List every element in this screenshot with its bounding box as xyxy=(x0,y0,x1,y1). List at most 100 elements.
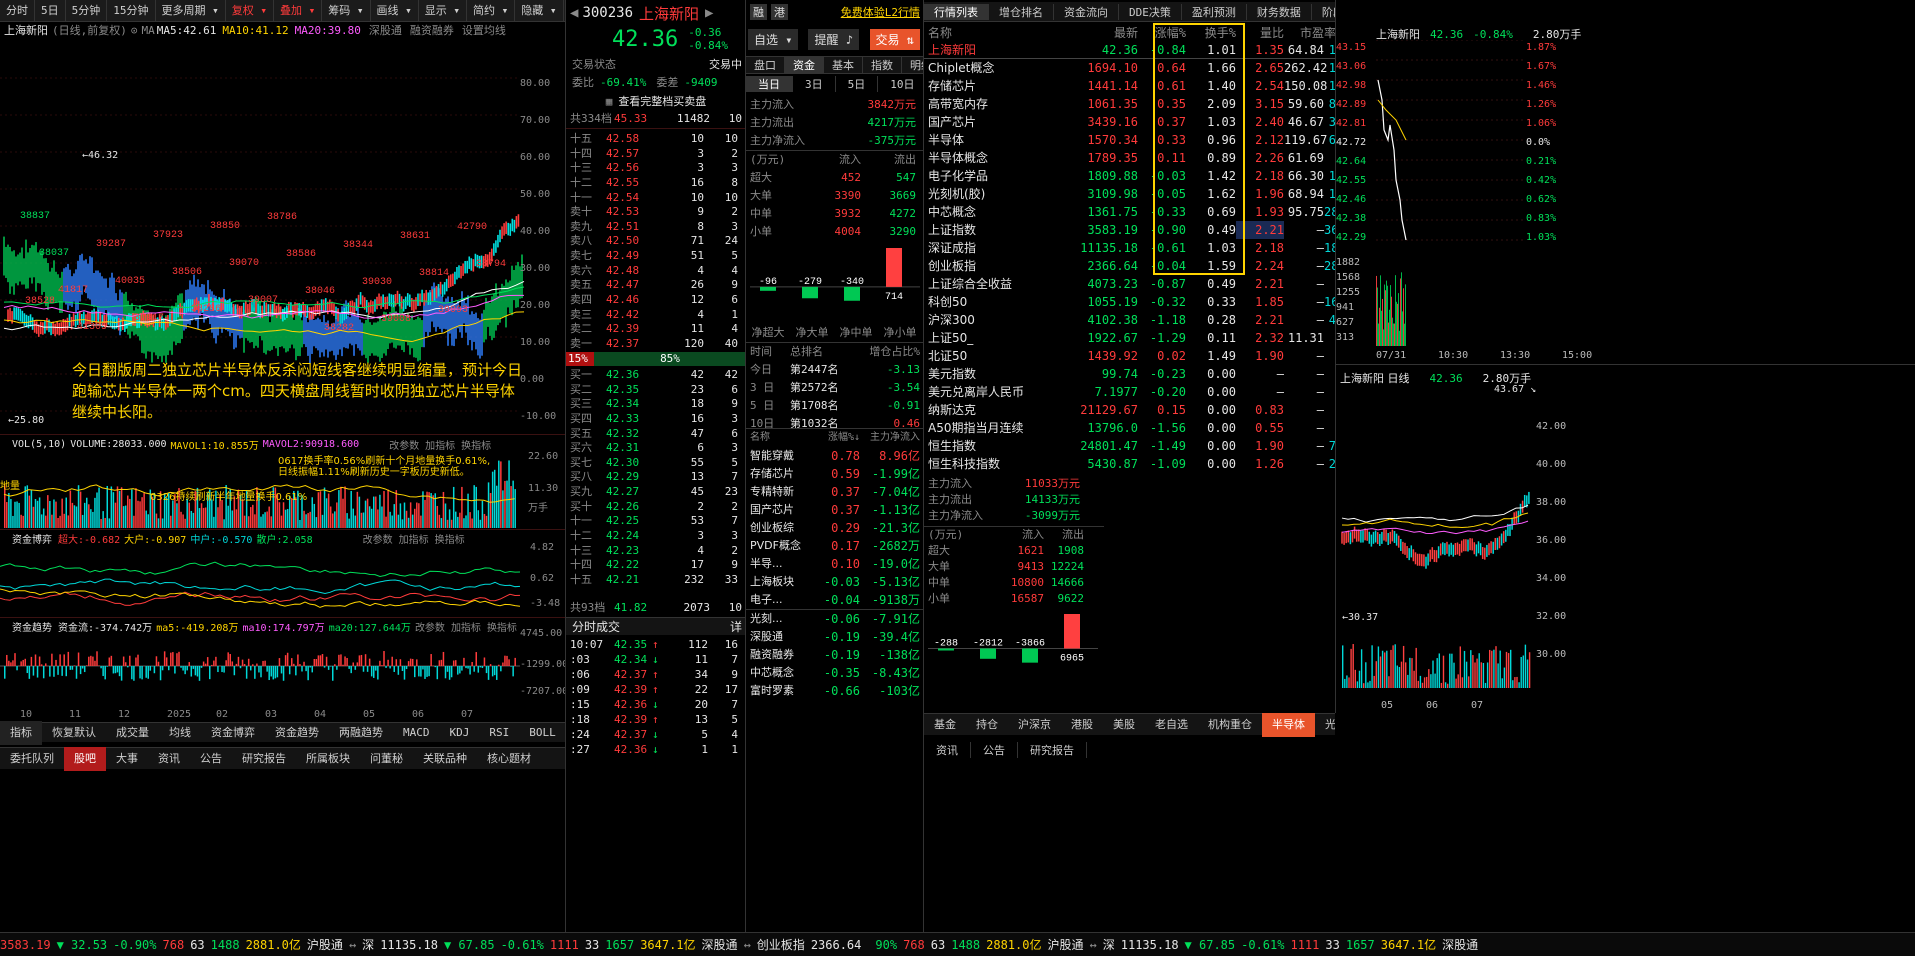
sector-row[interactable]: 富时罗素 -0.66 -103亿 xyxy=(746,682,923,700)
market-bottom-tab[interactable]: 持仓 xyxy=(966,713,1008,737)
sz-index[interactable]: 11135.18 xyxy=(380,938,438,952)
fundflow-period[interactable]: 3日 xyxy=(793,76,836,92)
market-row[interactable]: 电子化学品1809.88-0.031.422.1866.301 xyxy=(924,167,1335,185)
buy-level-row[interactable]: 买七 42.30 55 5 xyxy=(566,456,745,471)
sector-row[interactable]: 上海板块 -0.03 -5.13亿 xyxy=(746,573,923,591)
market-col-head[interactable]: 最新 xyxy=(1074,24,1138,41)
market-bottom-tab[interactable]: 机构重仓 xyxy=(1198,713,1262,737)
sell-level-row[interactable]: 卖二 42.39 11 4 xyxy=(566,322,745,337)
free-l2-link[interactable]: 免费体验L2行情 xyxy=(841,4,920,20)
market-sub-tab[interactable]: 研究报告 xyxy=(1018,742,1087,758)
r-hgt[interactable]: 沪股通 xyxy=(1047,936,1083,953)
buy-level-row[interactable]: 十四 42.22 17 9 xyxy=(566,558,745,573)
fundflow-tab[interactable]: 基本 xyxy=(824,57,863,73)
indicator-tab[interactable]: 均线 xyxy=(159,721,201,745)
buy-level-row[interactable]: 买八 42.29 13 7 xyxy=(566,470,745,485)
sell-level-row[interactable]: 卖三 42.42 4 1 xyxy=(566,308,745,323)
intraday-mini-chart[interactable] xyxy=(1376,40,1526,255)
buy-level-row[interactable]: 买三 42.34 18 9 xyxy=(566,397,745,412)
full-queue-button[interactable]: ▦ 查看完整档买卖盘 xyxy=(566,92,745,110)
market-row[interactable]: 上证指数3583.19-0.900.492.21—36 xyxy=(924,221,1335,239)
toolbar-item[interactable]: 更多周期 ▾ xyxy=(156,0,226,22)
buy-level-row[interactable]: 买九 42.27 45 23 xyxy=(566,485,745,500)
market-row[interactable]: A50期指当月连续 13796.0 -1.56 0.00 0.55 — xyxy=(924,419,1335,437)
fundflow-tab[interactable]: 资金 xyxy=(785,57,824,73)
sell-level-row[interactable]: 十二 42.55 16 8 xyxy=(566,176,745,191)
buy-level-row[interactable]: 买六 42.31 6 3 xyxy=(566,441,745,456)
market-row[interactable]: 恒生科技指数 5430.87 -1.09 0.00 1.26 —2 xyxy=(924,455,1335,473)
sh-index[interactable]: 3583.19 xyxy=(0,938,51,952)
vol-link-add[interactable]: 加指标 xyxy=(425,437,455,452)
market-row[interactable]: 美元兑离岸人民币 7.1977 -0.20 0.00 — — xyxy=(924,383,1335,401)
market-row[interactable]: 光刻机(胶)3109.98-0.051.621.9668.941 xyxy=(924,185,1335,203)
sector-row[interactable]: 国产芯片 0.37 -1.13亿 xyxy=(746,501,923,519)
market-tab[interactable]: 盈利预测 xyxy=(1182,3,1247,20)
sector-row[interactable]: 专精特新 0.37 -7.04亿 xyxy=(746,483,923,501)
fundflow-period[interactable]: 当日 xyxy=(746,76,793,92)
fundflow-period[interactable]: 10日 xyxy=(878,76,923,92)
fundflow-tab[interactable]: 指数 xyxy=(863,57,902,73)
market-row[interactable]: 科创50 1055.19 -0.32 0.33 1.85 —16 xyxy=(924,293,1335,311)
bottom-tab[interactable]: 资讯 xyxy=(148,747,190,771)
r-sz-val[interactable]: 11135.18 xyxy=(1121,938,1179,952)
market-row[interactable]: 恒生指数 24801.47 -1.49 0.00 1.90 —7 xyxy=(924,437,1335,455)
self-select-button[interactable]: 自选 ▾ xyxy=(748,28,799,50)
sell-level-row[interactable]: 卖十 42.53 9 2 xyxy=(566,205,745,220)
fund-game-chart[interactable] xyxy=(0,546,520,616)
sector-row[interactable]: 存储芯片 0.59 -1.99亿 xyxy=(746,465,923,483)
indicator-tab[interactable]: 成交量 xyxy=(106,721,159,745)
indicator-tab[interactable]: 两融趋势 xyxy=(329,721,393,745)
buy-level-row[interactable]: 十一 42.25 53 7 xyxy=(566,514,745,529)
sector-head[interactable]: 涨幅%↓ xyxy=(810,429,860,447)
sell-level-row[interactable]: 卖七 42.49 51 5 xyxy=(566,249,745,264)
toolbar-item[interactable]: 简约 ▾ xyxy=(467,0,516,22)
sell-level-row[interactable]: 卖六 42.48 4 4 xyxy=(566,264,745,279)
market-row[interactable]: Chiplet概念1694.100.641.662.65262.421 xyxy=(924,59,1335,77)
market-row[interactable]: 沪深300 4102.38 -1.18 0.28 2.21 —4 xyxy=(924,311,1335,329)
market-tab[interactable]: DDE决策 xyxy=(1119,3,1182,20)
buy-level-row[interactable]: 买五 42.32 47 6 xyxy=(566,427,745,442)
r-sgt[interactable]: 深股通 xyxy=(1442,936,1478,953)
buy-level-row[interactable]: 买四 42.33 16 3 xyxy=(566,412,745,427)
buy-level-row[interactable]: 十五 42.21 232 33 xyxy=(566,573,745,588)
margin-flag[interactable]: 融 xyxy=(750,4,767,20)
kline-link-0[interactable]: 深股通 xyxy=(369,22,402,38)
fundflow-tab[interactable]: 盘口 xyxy=(746,57,785,73)
market-row[interactable]: 半导体1570.340.330.962.12119.676 xyxy=(924,131,1335,149)
market-row[interactable]: 深证成指11135.18-0.611.032.18—18 xyxy=(924,239,1335,257)
fund-link-add[interactable]: 加指标 xyxy=(399,531,429,546)
remind-button[interactable]: 提醒 ♪ xyxy=(808,28,859,50)
fund-trend-chart[interactable] xyxy=(0,634,520,704)
market-sub-tab[interactable]: 资讯 xyxy=(924,742,971,758)
eye-icon[interactable]: ⊙ xyxy=(131,24,138,37)
fund-link-params[interactable]: 改参数 xyxy=(363,531,393,546)
bottom-tab[interactable]: 问董秘 xyxy=(360,747,413,771)
market-sub-tab[interactable]: 公告 xyxy=(971,742,1018,758)
cyb-index[interactable]: 2366.64 xyxy=(811,938,862,952)
trend-link-add[interactable]: 加指标 xyxy=(451,619,481,634)
market-bottom-tab[interactable]: 老自选 xyxy=(1145,713,1198,737)
bottom-tab[interactable]: 所属板块 xyxy=(296,747,360,771)
sell-level-row[interactable]: 十四 42.57 3 2 xyxy=(566,147,745,162)
indicator-tab[interactable]: MACD xyxy=(393,721,440,745)
toolbar-item[interactable]: 5分钟 xyxy=(66,0,108,22)
market-tab[interactable]: 增仓排名 xyxy=(989,3,1054,20)
buy-level-row[interactable]: 十二 42.24 3 3 xyxy=(566,529,745,544)
toolbar-item[interactable]: 显示 ▾ xyxy=(419,0,467,22)
toolbar-item[interactable]: 画线 ▾ xyxy=(371,0,419,22)
indicator-tab[interactable]: 资金趋势 xyxy=(265,721,329,745)
bottom-tab[interactable]: 大事 xyxy=(106,747,148,771)
market-row[interactable]: 半导体概念 1789.35 0.11 0.89 2.26 61.69 xyxy=(924,149,1335,167)
toolbar-item[interactable]: 隐藏 ▾ xyxy=(515,0,564,22)
market-bottom-tab[interactable]: 基金 xyxy=(924,713,966,737)
market-col-head[interactable]: 市盈率 xyxy=(1284,24,1335,41)
bottom-tab[interactable]: 委托队列 xyxy=(0,747,64,771)
toolbar-item[interactable]: 筹码 ▾ xyxy=(322,0,371,22)
indicator-tab[interactable]: 资金博弈 xyxy=(201,721,265,745)
market-bottom-tab[interactable]: 沪深京 xyxy=(1008,713,1061,737)
market-tab[interactable]: 行情列表 xyxy=(924,3,989,20)
sell-level-row[interactable]: 卖四 42.46 12 6 xyxy=(566,293,745,308)
bottom-tab[interactable]: 核心题材 xyxy=(477,747,541,771)
hk-connect-flag[interactable]: 港 xyxy=(771,4,788,20)
market-bottom-tab[interactable]: 港股 xyxy=(1061,713,1103,737)
